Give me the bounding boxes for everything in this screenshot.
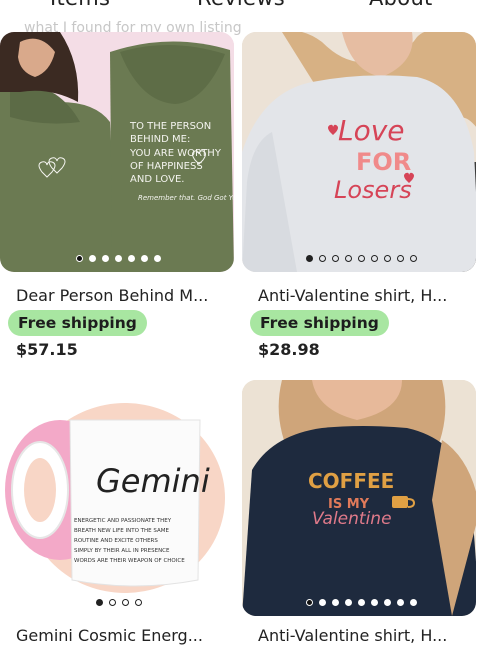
carousel-dot[interactable] (122, 599, 129, 606)
carousel-dot[interactable] (135, 599, 142, 606)
design-line: Gemini (96, 462, 210, 500)
carousel-dot[interactable] (306, 599, 313, 606)
product-title[interactable]: Gemini Cosmic Energ... (16, 626, 203, 645)
product-image[interactable]: Gemini ENERGETIC AND PASSIONATE THEY BRE… (0, 380, 234, 616)
design-line: OF HAPPINESS (130, 161, 203, 172)
carousel-dot[interactable] (397, 599, 404, 606)
image-carousel-dots (306, 255, 417, 262)
carousel-dot[interactable] (358, 599, 365, 606)
carousel-dot[interactable] (345, 255, 352, 262)
image-carousel-dots (306, 599, 417, 606)
tab-items[interactable]: Items (50, 0, 110, 10)
design-line: YOU ARE WORTHY (129, 148, 222, 159)
design-line: ENERGETIC AND PASSIONATE THEY (74, 518, 172, 524)
carousel-dot[interactable] (371, 599, 378, 606)
carousel-dot[interactable] (102, 255, 109, 262)
design-line: TO THE PERSON (129, 121, 211, 132)
carousel-dot[interactable] (358, 255, 365, 262)
product-title[interactable]: Dear Person Behind M... (16, 286, 208, 305)
carousel-dot[interactable] (345, 599, 352, 606)
carousel-dot[interactable] (115, 255, 122, 262)
carousel-dot[interactable] (154, 255, 161, 262)
product-image[interactable]: Love FOR Losers (242, 32, 476, 272)
carousel-dot[interactable] (397, 255, 404, 262)
carousel-dot[interactable] (109, 599, 116, 606)
design-line: Valentine (312, 509, 392, 529)
tab-reviews[interactable]: Reviews (197, 0, 285, 10)
product-image[interactable]: TO THE PERSON BEHIND ME: YOU ARE WORTHY … (0, 32, 234, 272)
carousel-dot[interactable] (128, 255, 135, 262)
image-carousel-dots (96, 599, 142, 606)
design-line: BREATH NEW LIFE INTO THE SAME (74, 528, 169, 534)
shop-tab-bar: Items Reviews About (0, 0, 480, 20)
carousel-dot[interactable] (319, 255, 326, 262)
carousel-dot[interactable] (384, 599, 391, 606)
carousel-dot[interactable] (410, 255, 417, 262)
carousel-dot[interactable] (332, 255, 339, 262)
product-title[interactable]: Anti-Valentine shirt, H... (258, 626, 447, 645)
carousel-dot[interactable] (89, 255, 96, 262)
tab-about[interactable]: About (369, 0, 433, 10)
design-line: Remember that. God Got You! (138, 194, 234, 202)
carousel-dot[interactable] (410, 599, 417, 606)
design-line: COFFEE (308, 469, 394, 493)
design-line: SIMPLY BY THEIR ALL IN PRESENCE (74, 548, 170, 554)
carousel-dot[interactable] (96, 599, 103, 606)
carousel-dot[interactable] (319, 599, 326, 606)
design-line: BEHIND ME: (130, 134, 190, 145)
image-carousel-dots (76, 255, 161, 262)
carousel-dot[interactable] (76, 255, 83, 262)
design-line: WORDS ARE THEIR WEAPON OF CHOICE (74, 558, 185, 564)
product-title[interactable]: Anti-Valentine shirt, H... (258, 286, 447, 305)
free-shipping-badge: Free shipping (250, 310, 389, 336)
product-price: $28.98 (258, 340, 320, 359)
product-image[interactable]: COFFEE IS MY Valentine (242, 380, 476, 616)
design-line: FOR (356, 148, 411, 176)
design-line: ROUTINE AND EXCITE OTHERS (74, 538, 158, 544)
carousel-dot[interactable] (332, 599, 339, 606)
carousel-dot[interactable] (371, 255, 378, 262)
design-line: Love (338, 114, 405, 147)
carousel-dot[interactable] (141, 255, 148, 262)
product-price: $57.15 (16, 340, 78, 359)
carousel-dot[interactable] (384, 255, 391, 262)
carousel-dot[interactable] (306, 255, 313, 262)
free-shipping-badge: Free shipping (8, 310, 147, 336)
design-line: Losers (334, 176, 412, 204)
design-line: AND LOVE. (130, 174, 184, 185)
